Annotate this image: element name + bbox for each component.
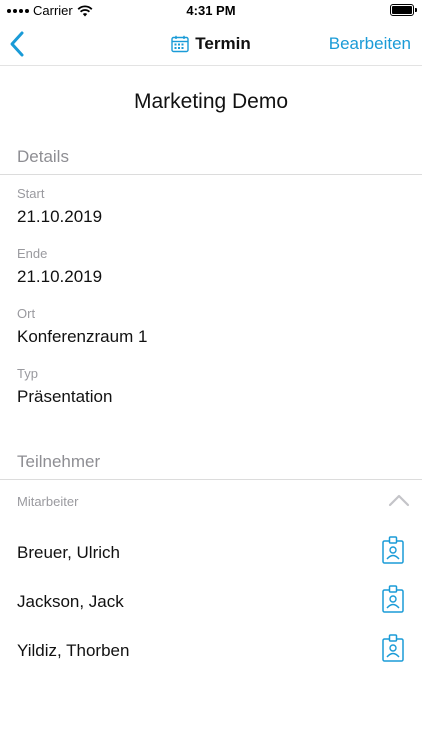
start-value: 21.10.2019 (17, 207, 103, 226)
contact-badge-icon[interactable] (382, 585, 404, 613)
employees-group-label: Mitarbeiter (17, 494, 79, 509)
participants-header-label: Teilnehmer (17, 452, 101, 471)
start-label: Start (17, 186, 45, 201)
end-value: 21.10.2019 (17, 267, 103, 286)
location-label: Ort (17, 306, 36, 321)
employees-group-header[interactable]: Mitarbeiter (0, 480, 422, 522)
contact-badge-icon[interactable] (382, 536, 404, 564)
type-value: Präsentation (17, 387, 113, 406)
start-field: Start 21.10.2019 (17, 186, 407, 227)
participant-name: Jackson, Jack (17, 592, 124, 611)
edit-button[interactable]: Bearbeiten (329, 34, 411, 54)
nav-title-label: Termin (195, 34, 251, 53)
status-bar: Carrier 4:31 PM (0, 0, 422, 22)
calendar-icon (171, 35, 189, 53)
status-time: 4:31 PM (186, 3, 236, 18)
details-header-label: Details (17, 147, 69, 166)
contact-badge-icon[interactable] (382, 634, 404, 662)
event-title: Marketing Demo (133, 90, 289, 113)
end-label: Ende (17, 246, 48, 261)
participant-row[interactable]: Yildiz, Thorben (0, 628, 422, 677)
type-label: Typ (17, 366, 38, 381)
participant-row[interactable]: Jackson, Jack (0, 579, 422, 628)
details-section-header: Details (0, 147, 422, 175)
location-field: Ort Konferenzraum 1 (17, 306, 407, 347)
end-field: Ende 21.10.2019 (17, 246, 407, 287)
location-value: Konferenzraum 1 (17, 327, 148, 346)
navigation-bar: Termin Bearbeiten (0, 22, 422, 66)
app-screen: Carrier 4:31 PM Termin Bearbeiten Market… (0, 0, 422, 750)
participant-name: Breuer, Ulrich (17, 543, 120, 562)
type-field: Typ Präsentation (17, 366, 407, 407)
chevron-up-icon[interactable] (388, 492, 410, 508)
participant-row[interactable]: Breuer, Ulrich (0, 530, 422, 579)
participants-section-header: Teilnehmer (0, 452, 422, 480)
participant-name: Yildiz, Thorben (17, 641, 130, 660)
battery-icon (390, 4, 417, 16)
